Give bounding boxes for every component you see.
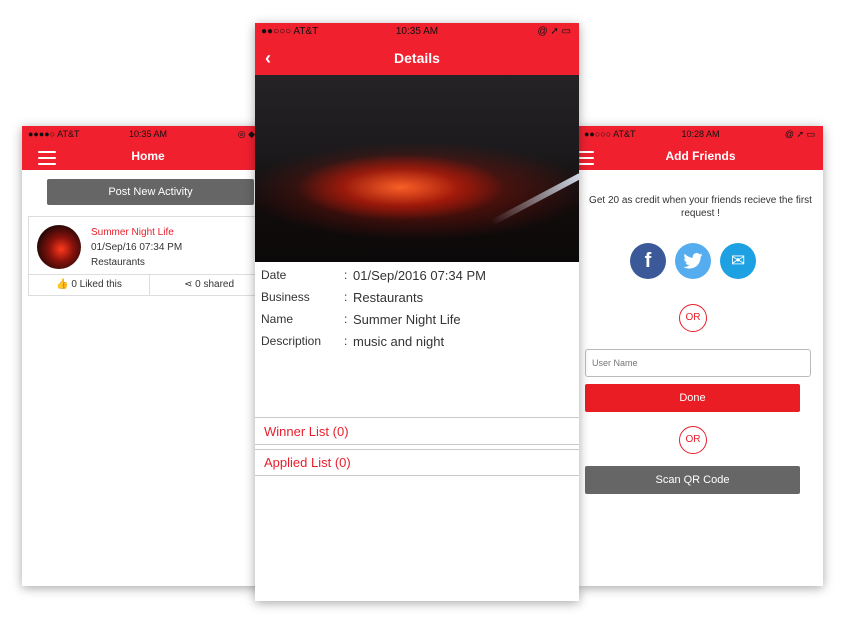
status-icons: @ ➚ ▭ bbox=[537, 26, 571, 37]
menu-icon[interactable] bbox=[579, 151, 594, 169]
like-button[interactable]: 👍 0 Liked this bbox=[29, 275, 149, 295]
status-time: 10:35 AM bbox=[128, 129, 168, 139]
or-divider: OR bbox=[679, 304, 707, 332]
username-input[interactable] bbox=[585, 349, 811, 377]
detail-value: Summer Night Life bbox=[353, 312, 461, 327]
divider bbox=[255, 475, 579, 476]
thumbs-up-icon: 👍 bbox=[56, 279, 69, 290]
detail-label: Description bbox=[261, 334, 322, 348]
detail-colon: : bbox=[344, 290, 348, 304]
nav-bar: Add Friends bbox=[578, 142, 823, 170]
activity-date: 01/Sep/16 07:34 PM bbox=[91, 242, 183, 253]
back-chevron-icon[interactable]: ‹ bbox=[265, 41, 271, 75]
divider bbox=[255, 444, 579, 445]
applied-list-link[interactable]: Applied List (0) bbox=[264, 455, 351, 470]
likes-count: 0 Liked this bbox=[71, 279, 122, 290]
detail-value: Restaurants bbox=[353, 290, 424, 305]
shares-count: 0 shared bbox=[195, 279, 235, 290]
detail-value: 01/Sep/2016 07:34 PM bbox=[353, 268, 486, 283]
detail-colon: : bbox=[344, 312, 348, 326]
status-bar: ●●○○○ AT&T 10:35 AM @ ➚ ▭ bbox=[255, 23, 579, 41]
activity-title[interactable]: Summer Night Life bbox=[91, 227, 174, 238]
detail-value: music and night bbox=[353, 334, 445, 349]
share-icon: ⋖ bbox=[183, 279, 193, 290]
scan-qr-code-button[interactable]: Scan QR Code bbox=[585, 466, 800, 494]
event-image bbox=[255, 75, 579, 262]
detail-colon: : bbox=[344, 334, 348, 348]
winner-list-link[interactable]: Winner List (0) bbox=[264, 424, 349, 439]
status-bar: ●●○○○ AT&T 10:28 AM @ ➚ ▭ bbox=[578, 126, 823, 142]
detail-label: Name bbox=[261, 312, 294, 326]
divider bbox=[255, 449, 579, 450]
nav-bar: Home bbox=[22, 142, 274, 170]
page-title: Details bbox=[394, 50, 440, 66]
details-screen: ●●○○○ AT&T 10:35 AM @ ➚ ▭ ‹ Details Date… bbox=[255, 23, 579, 601]
twitter-bird-icon bbox=[683, 253, 703, 269]
add-friends-screen: ●●○○○ AT&T 10:28 AM @ ➚ ▭ Add Friends Ge… bbox=[578, 126, 823, 586]
share-button[interactable]: ⋖ 0 shared bbox=[149, 275, 269, 295]
activity-card[interactable]: Summer Night Life 01/Sep/16 07:34 PM Res… bbox=[28, 216, 270, 296]
page-title: Add Friends bbox=[665, 149, 736, 163]
post-new-activity-button[interactable]: Post New Activity bbox=[47, 179, 254, 205]
detail-colon: : bbox=[344, 268, 348, 282]
twitter-icon[interactable] bbox=[675, 243, 711, 279]
credit-text: Get 20 as credit when your friends recie… bbox=[589, 195, 812, 219]
divider bbox=[255, 417, 579, 418]
detail-label: Business bbox=[261, 290, 310, 304]
facebook-icon[interactable]: f bbox=[630, 243, 666, 279]
nav-bar: ‹ Details bbox=[255, 41, 579, 75]
status-icons: @ ➚ ▭ bbox=[784, 129, 815, 139]
or-divider: OR bbox=[679, 426, 707, 454]
status-bar: ●●●●○ AT&T 10:35 AM ◎ ◆ ▭ bbox=[22, 126, 274, 142]
status-time: 10:35 AM bbox=[395, 26, 439, 37]
activity-thumbnail bbox=[37, 225, 81, 269]
page-title: Home bbox=[131, 149, 165, 163]
light-beam bbox=[490, 173, 579, 226]
home-screen: ●●●●○ AT&T 10:35 AM ◎ ◆ ▭ Home Post New … bbox=[22, 126, 274, 586]
done-button[interactable]: Done bbox=[585, 384, 800, 412]
email-icon[interactable]: ✉ bbox=[720, 243, 756, 279]
menu-icon[interactable] bbox=[38, 151, 56, 169]
activity-footer: 👍 0 Liked this ⋖ 0 shared bbox=[29, 274, 269, 295]
activity-category: Restaurants bbox=[91, 257, 145, 268]
detail-label: Date bbox=[261, 268, 287, 282]
